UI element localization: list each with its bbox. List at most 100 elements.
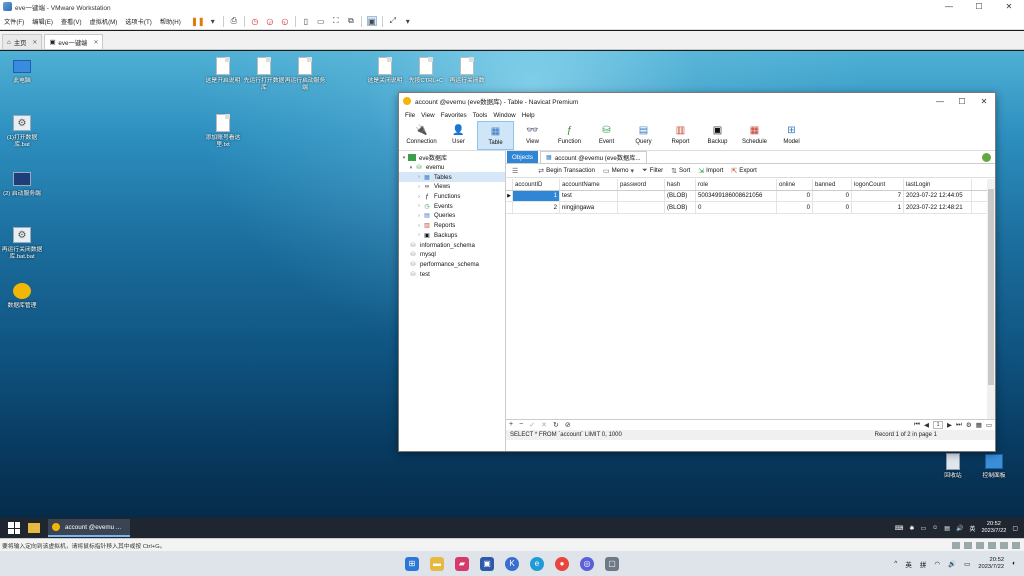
export-button[interactable]: ⇱ Export xyxy=(731,167,757,175)
connection-status-icon[interactable] xyxy=(982,153,991,162)
chat-icon[interactable]: ☺ xyxy=(932,525,938,531)
menu-vm[interactable]: 虚拟机(M) xyxy=(86,17,122,26)
tree-database-evemu[interactable]: ▾ ⛁ evemu xyxy=(399,163,505,173)
maximize-button[interactable]: ☐ xyxy=(951,93,973,109)
column-header[interactable]: lastLogin xyxy=(904,179,972,190)
filter-button[interactable]: ⏷ Filter xyxy=(642,167,663,175)
expand-icon[interactable]: › xyxy=(415,203,423,209)
schedule-button[interactable]: ▦ Schedule xyxy=(736,121,773,150)
notification-icon[interactable]: ◐ xyxy=(1012,560,1016,567)
table-row[interactable]: 2 ningjingawa (BLOB) 0 0 0 1 2023-07-22 … xyxy=(506,202,987,214)
file-explorer-icon[interactable]: ▬ xyxy=(430,556,444,571)
view-button[interactable]: 👓 View xyxy=(514,121,551,150)
expand-icon[interactable]: › xyxy=(415,194,423,200)
discard-icon[interactable]: ✕ xyxy=(541,421,547,429)
taskbar-app-navicat[interactable]: account @evemu ... xyxy=(48,519,130,537)
settings-icon[interactable]: ⚙ xyxy=(966,421,972,429)
desktop-icon-start-notes[interactable]: 这是开启说明 xyxy=(201,56,245,85)
first-page-icon[interactable]: ⏮ xyxy=(914,421,920,429)
display-icon[interactable]: ▭ xyxy=(920,525,926,532)
expand-icon[interactable]: › xyxy=(415,174,423,180)
tree-backups[interactable]: › ▣ Backups xyxy=(399,231,505,241)
function-button[interactable]: ƒ Function xyxy=(551,121,588,150)
app-icon[interactable]: ◎ xyxy=(580,556,594,571)
table-cell[interactable]: 1 xyxy=(852,202,904,213)
table-button[interactable]: ▦ Table xyxy=(477,121,514,150)
memo-button[interactable]: ▭ Memo ▾ xyxy=(603,167,634,175)
refresh-icon[interactable]: ↻ xyxy=(553,421,559,429)
thumbnail-icon[interactable]: ▭ xyxy=(316,16,326,26)
column-header[interactable]: accountName xyxy=(560,179,618,190)
send-keys-icon[interactable]: ⎙ xyxy=(229,16,239,26)
model-button[interactable]: ⊞ Model xyxy=(773,121,810,150)
network-adapter-icon[interactable] xyxy=(976,541,984,549)
hdd-icon[interactable] xyxy=(952,541,960,549)
stop-icon[interactable]: ⊘ xyxy=(565,421,571,429)
desktop-icon-run-start-server[interactable]: 再运行启动服务端 xyxy=(283,56,327,92)
table-row[interactable]: ▶ 1 test (BLOB) 5003499186008621056 0 0 … xyxy=(506,190,987,202)
sidebar-toggle-icon[interactable]: ▯ xyxy=(301,16,311,26)
vertical-scrollbar[interactable] xyxy=(987,179,995,419)
file-explorer-icon[interactable] xyxy=(28,523,40,533)
table-cell[interactable]: 7 xyxy=(852,190,904,201)
desktop-icon-run-open-db[interactable]: 先运行打开数据库 xyxy=(242,56,286,92)
table-cell[interactable] xyxy=(618,190,665,201)
tree-database-mysql[interactable]: ⛁ mysql xyxy=(399,250,505,260)
maximize-button[interactable]: ☐ xyxy=(964,0,994,13)
tree-functions[interactable]: › ƒ Functions xyxy=(399,192,505,202)
tab-home[interactable]: ⌂ 主页 ✕ xyxy=(2,34,43,49)
tree-events[interactable]: › ◷ Events xyxy=(399,201,505,211)
table-cell[interactable]: test xyxy=(560,190,618,201)
desktop-icon-close-notes[interactable]: 这是关闭说明 xyxy=(363,56,407,85)
table-cell[interactable]: 2 xyxy=(513,202,560,213)
snapshot-icon[interactable]: ◷ xyxy=(250,16,260,26)
desktop-icon-add-account[interactable]: 添加账号看这里.txt xyxy=(201,113,245,149)
expand-icon[interactable]: › xyxy=(415,184,423,190)
tree-connection[interactable]: ▾ eve数据库 xyxy=(399,153,505,163)
tree-tables[interactable]: › ▦ Tables xyxy=(399,172,505,183)
ime-mode-indicator[interactable]: 拼 xyxy=(920,559,927,569)
column-header[interactable]: online xyxy=(777,179,813,190)
import-button[interactable]: ⇲ Import xyxy=(698,167,723,175)
sort-button[interactable]: ⇅ Sort xyxy=(671,167,690,175)
query-button[interactable]: ▤ Query xyxy=(625,121,662,150)
start-icon[interactable] xyxy=(8,522,20,534)
minimize-button[interactable]: — xyxy=(929,93,951,109)
table-cell[interactable]: 2023-07-22 12:44:05 xyxy=(904,190,972,201)
table-cell[interactable]: (BLOB) xyxy=(665,202,696,213)
grid-view-icon[interactable]: ▦ xyxy=(976,421,982,429)
notification-icon[interactable]: ▢ xyxy=(1012,525,1018,532)
wifi-icon[interactable]: ◠ xyxy=(934,560,940,568)
tree-queries[interactable]: › ▤ Queries xyxy=(399,211,505,221)
chrome-icon[interactable]: ● xyxy=(555,556,569,571)
table-cell[interactable]: 0 xyxy=(813,202,852,213)
app-icon[interactable]: ▰ xyxy=(455,556,469,571)
desktop-icon-start-server[interactable]: (2) 启动服务端 xyxy=(0,169,44,198)
app-icon[interactable]: ▣ xyxy=(480,556,494,571)
menu-icon[interactable]: ☰ xyxy=(512,167,518,175)
column-header[interactable]: logonCount xyxy=(852,179,904,190)
cd-icon[interactable] xyxy=(964,541,972,549)
network-icon[interactable]: ▤ xyxy=(944,525,950,532)
tab-vm[interactable]: ▣ eve一键端 ✕ xyxy=(44,34,104,49)
event-button[interactable]: ⛁ Event xyxy=(588,121,625,150)
delete-record-icon[interactable]: − xyxy=(519,421,523,428)
column-header[interactable]: accountID xyxy=(513,179,560,190)
tab-account-table[interactable]: ▦ account @evemu (eve数据库... xyxy=(539,151,647,163)
table-cell[interactable]: 0 xyxy=(813,190,852,201)
pause-icon[interactable]: ❚❚ xyxy=(191,16,204,26)
backup-button[interactable]: ▣ Backup xyxy=(699,121,736,150)
tree-views[interactable]: › ∞ Views xyxy=(399,182,505,192)
tree-database-performance-schema[interactable]: ⛁ performance_schema xyxy=(399,260,505,270)
previous-page-icon[interactable]: ◀ xyxy=(924,421,929,429)
dropdown-icon[interactable]: ▾ xyxy=(208,16,218,26)
windows-start-icon[interactable]: ⊞ xyxy=(405,556,419,571)
chevron-up-icon[interactable]: ^ xyxy=(894,560,897,567)
begin-transaction-button[interactable]: ⇄ Begin Transaction xyxy=(538,167,595,175)
volume-icon[interactable]: 🔊 xyxy=(948,560,956,568)
tree-reports[interactable]: › ▥ Reports xyxy=(399,221,505,231)
column-header[interactable]: password xyxy=(618,179,665,190)
close-tab-icon[interactable]: ✕ xyxy=(93,39,98,46)
tree-database-information-schema[interactable]: ⛁ information_schema xyxy=(399,240,505,250)
ime-indicator[interactable]: 英 xyxy=(905,559,912,569)
